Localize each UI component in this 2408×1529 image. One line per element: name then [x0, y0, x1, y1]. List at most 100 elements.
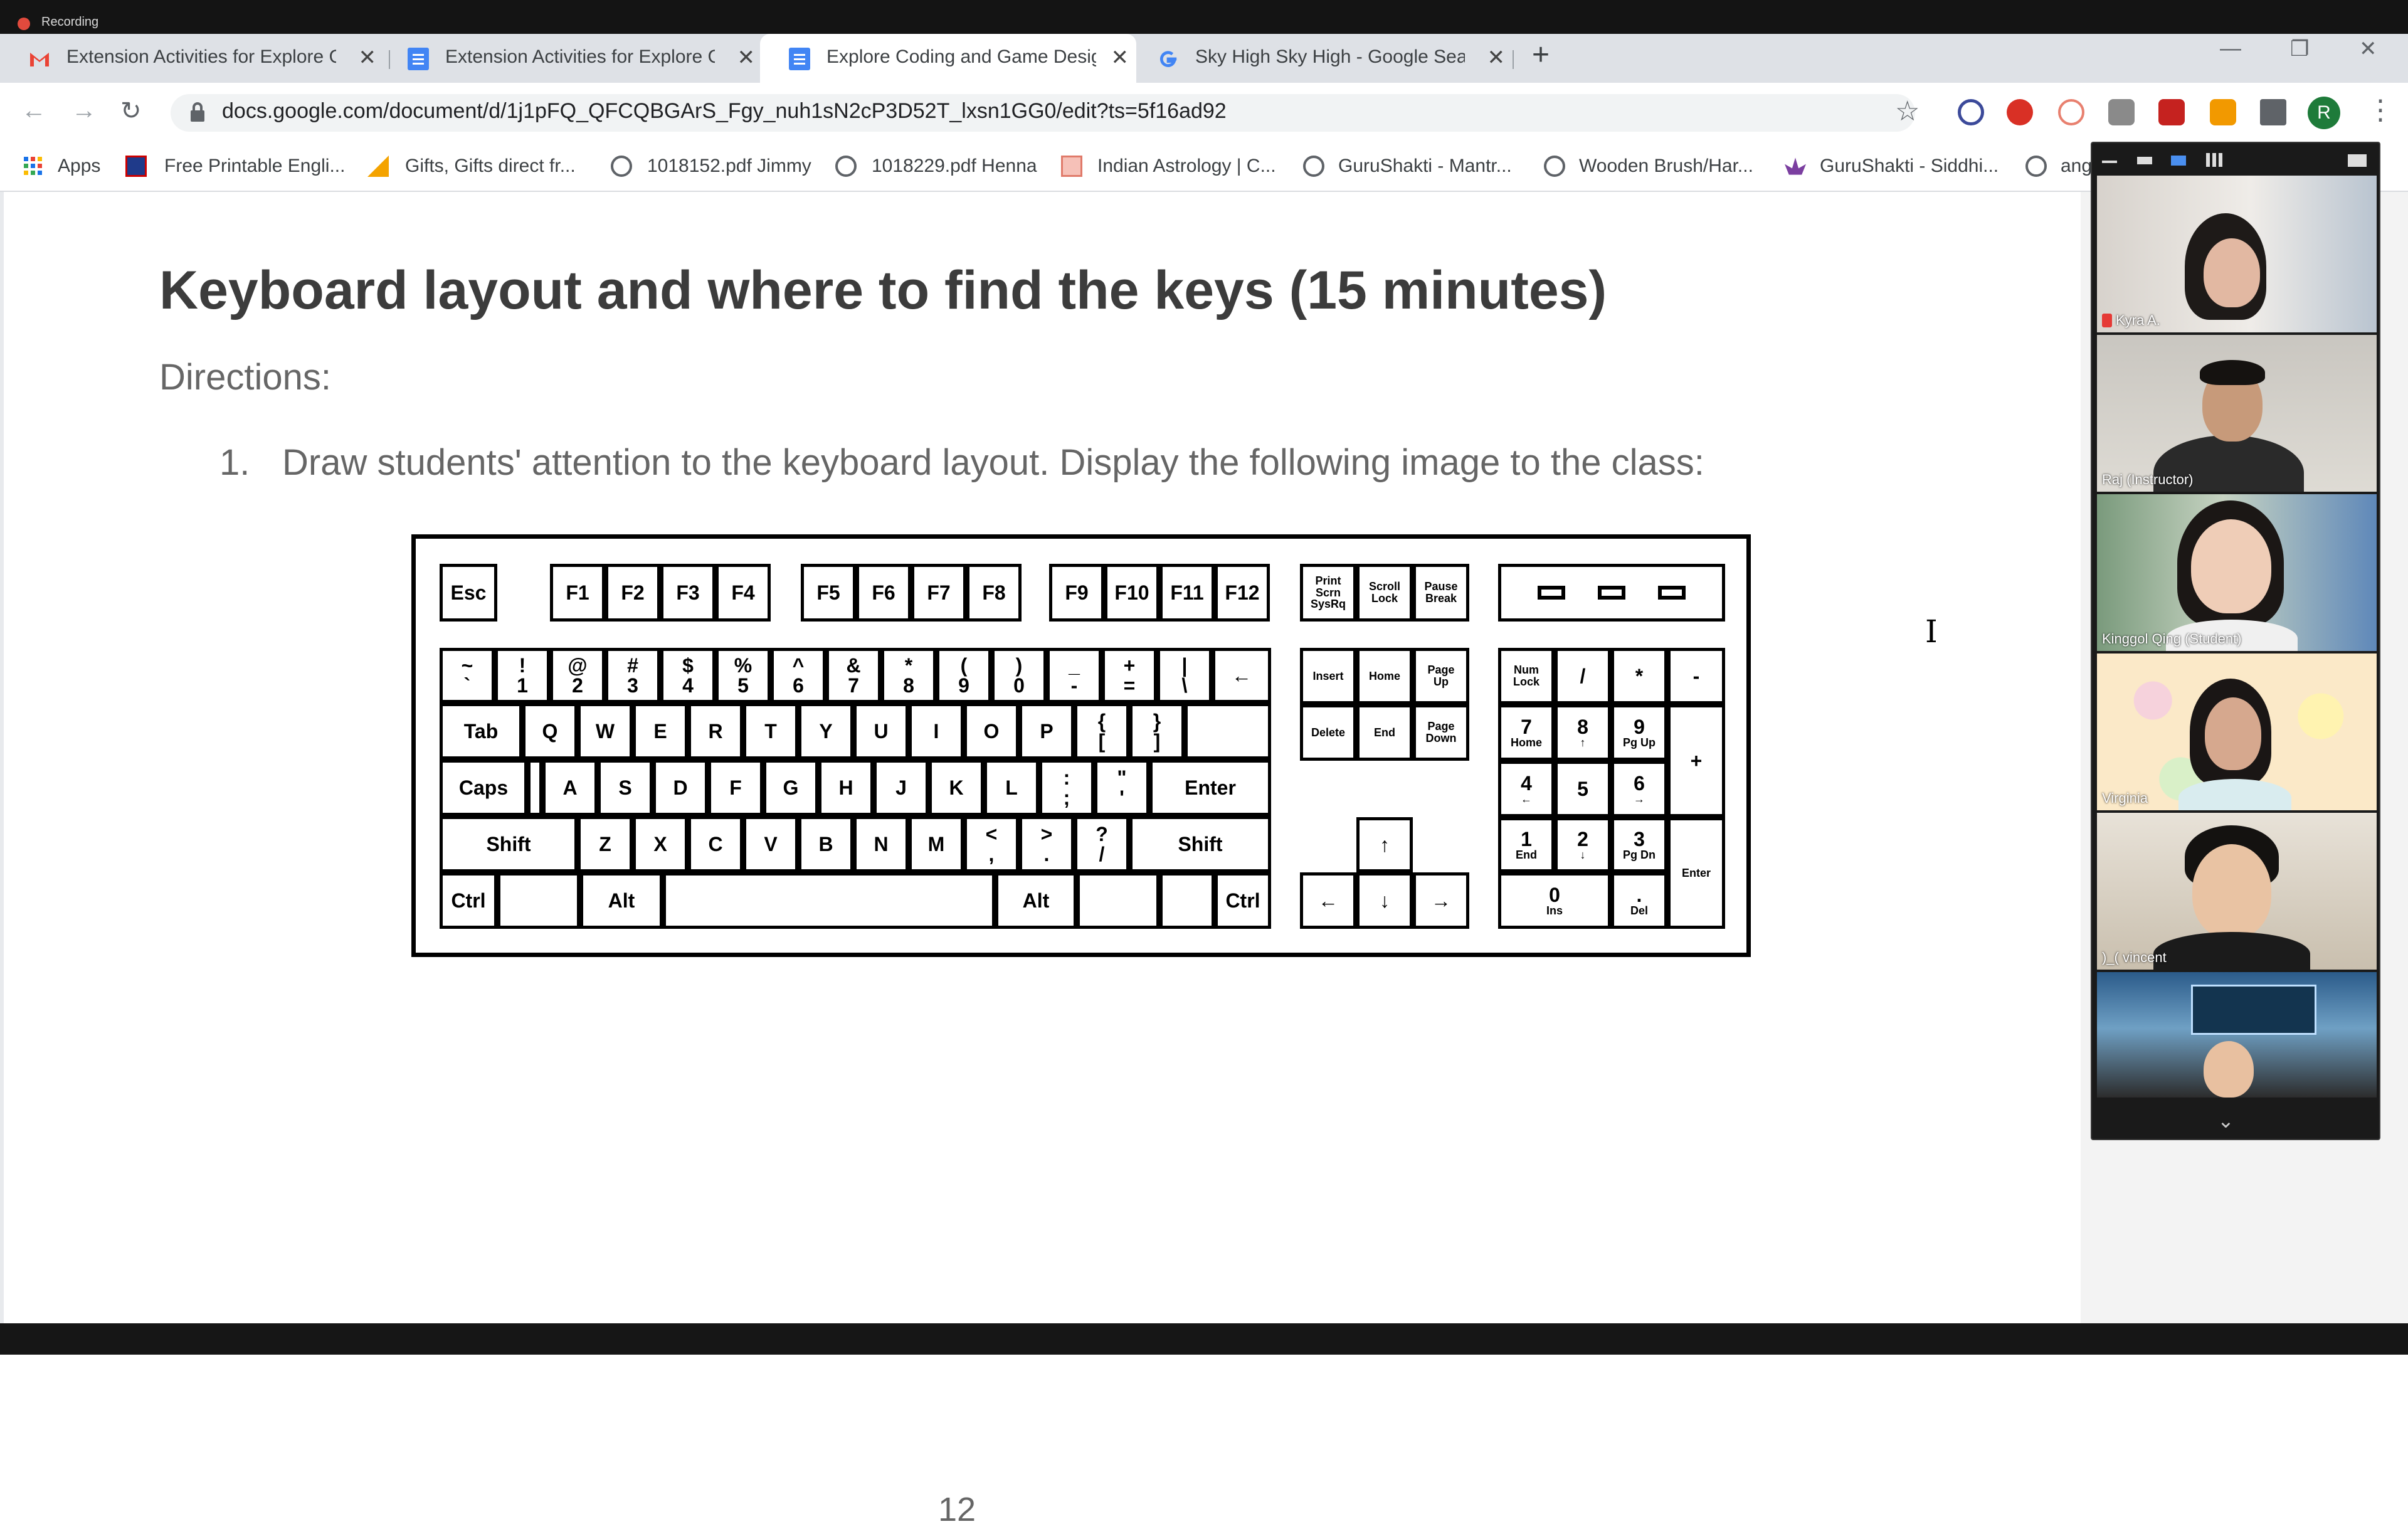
close-icon[interactable]: ✕	[1111, 45, 1129, 70]
bookmark-star-icon[interactable]: ☆	[1895, 95, 1920, 127]
video-participants-panel[interactable]: Kyra A. Raj (Instructor) Kinggol Qing (S…	[2091, 142, 2380, 1140]
profile-avatar[interactable]: R	[2308, 97, 2340, 129]
key-print-screen: Print Scrn SysRq	[1300, 564, 1356, 622]
tab-1[interactable]: Extension Activities for Explore C ✕	[0, 34, 384, 83]
key-esc: Esc	[440, 564, 497, 622]
key-home: Home	[1356, 648, 1413, 704]
close-icon[interactable]: ✕	[359, 45, 377, 70]
bookmarks-bar: Apps Free Printable Engli... Gifts, Gift…	[0, 143, 2408, 192]
key-tilde: ~ `	[440, 648, 495, 703]
key-x: X	[633, 816, 688, 872]
key-right-ctrl: Ctrl	[1215, 872, 1271, 929]
tab-3-active[interactable]: Explore Coding and Game Desig ✕	[760, 34, 1136, 83]
key-num-minus: -	[1667, 648, 1725, 704]
close-icon[interactable]: ✕	[1487, 45, 1506, 70]
apps-grid-icon	[24, 157, 42, 175]
document-canvas[interactable]: Keyboard layout and where to find the ke…	[0, 192, 2081, 1528]
indicator-lights	[1498, 564, 1725, 622]
kebab-menu-icon[interactable]: ⋮	[2367, 94, 2394, 126]
page-number: 12	[938, 1491, 976, 1528]
key-4: $4	[660, 648, 716, 703]
participant-face	[2191, 519, 2271, 613]
participant-tile-vincent[interactable]: )_( vincent	[2097, 813, 2377, 970]
participant-body	[2178, 779, 2291, 810]
key-num-divide: /	[1555, 648, 1611, 704]
grid-view-icon[interactable]	[2206, 153, 2222, 167]
key-spacer	[527, 759, 542, 816]
participant-tile-virginia[interactable]: Virginia	[2097, 653, 2377, 810]
window-close-icon[interactable]: ✕	[2359, 36, 2377, 61]
url-text[interactable]: docs.google.com/document/d/1j1pFQ_QFCQBG…	[222, 99, 1227, 124]
tab-2[interactable]: Extension Activities for Explore C ✕	[379, 34, 763, 83]
restore-icon[interactable]: ❐	[2290, 36, 2309, 61]
tab-3-title: Explore Coding and Game Desig	[826, 46, 1096, 67]
cancel-extension-icon[interactable]	[2058, 99, 2084, 125]
key-f8: F8	[966, 564, 1022, 622]
feather-extension-icon[interactable]	[2108, 99, 2135, 125]
tab-4[interactable]: Sky High Sky High - Google Sear ✕	[1129, 34, 1513, 83]
close-icon[interactable]: ✕	[737, 45, 756, 70]
pdf-extension-icon[interactable]	[2158, 99, 2185, 125]
key-e: E	[633, 703, 688, 759]
key-f3: F3	[660, 564, 716, 622]
google-icon	[1159, 51, 1177, 67]
participant-face	[2192, 844, 2271, 938]
forward-arrow-icon[interactable]: →	[71, 97, 97, 125]
key-num-7: 7 Home	[1498, 704, 1555, 761]
key-num-9: 9 Pg Up	[1611, 704, 1667, 761]
bookmark-label: Indian Astrology | C...	[1097, 156, 1276, 176]
key-y: Y	[798, 703, 853, 759]
bookmark-label: GuruShakti - Siddhi...	[1820, 156, 1999, 176]
tab-strip: Extension Activities for Explore C ✕ Ext…	[0, 34, 2408, 83]
minimize-panel-icon[interactable]	[2102, 161, 2117, 163]
single-view-icon[interactable]	[2137, 157, 2152, 164]
adblock-extension-icon[interactable]	[2007, 99, 2033, 125]
key-equals: + =	[1102, 648, 1157, 703]
participant-tile-screen[interactable]	[2097, 972, 2377, 1098]
new-tab-plus-icon[interactable]: +	[1532, 38, 1550, 72]
participant-name: Virginia	[2102, 790, 2148, 806]
key-comma: <,	[964, 816, 1019, 872]
key-num-multiply: *	[1611, 648, 1667, 704]
participant-tile-kinggol[interactable]: Kinggol Qing (Student)	[2097, 494, 2377, 651]
pop-out-icon[interactable]	[2348, 154, 2367, 167]
key-left-shift: Shift	[440, 816, 578, 872]
participant-tile-kyra[interactable]: Kyra A.	[2097, 176, 2377, 332]
key-space	[663, 872, 995, 929]
bookmark-label: ang	[2061, 156, 2093, 176]
key-num-lock: Num Lock	[1498, 648, 1555, 704]
reload-icon[interactable]: ↻	[120, 97, 142, 125]
key-semicolon: :;	[1039, 759, 1094, 816]
key-right-alt: Alt	[995, 872, 1077, 929]
key-0: ) 0	[991, 648, 1047, 703]
key-t: T	[743, 703, 798, 759]
list-item-number: 1.	[219, 442, 250, 483]
strip-view-icon[interactable]	[2171, 156, 2186, 166]
docs-icon	[408, 48, 429, 70]
key-arrow-up: ↑	[1356, 817, 1413, 872]
key-p: P	[1019, 703, 1074, 759]
key-f: F	[708, 759, 763, 816]
key-num-1: 1 End	[1498, 817, 1555, 872]
bookmark-label: GuruShakti - Mantr...	[1338, 156, 1512, 176]
key-left-alt: Alt	[580, 872, 663, 929]
key-b: B	[798, 816, 853, 872]
participant-name: Kinggol Qing (Student)	[2102, 631, 2242, 647]
minimize-icon[interactable]: —	[2220, 36, 2241, 61]
block-extension-icon[interactable]	[1958, 99, 1984, 125]
num-lock-light	[1538, 586, 1565, 600]
globe-icon	[611, 156, 632, 177]
astrology-icon	[1061, 156, 1082, 177]
key-delete: Delete	[1300, 704, 1356, 761]
off-extension-icon[interactable]	[2210, 99, 2236, 125]
globe-icon	[1303, 156, 1324, 177]
chevron-down-icon[interactable]: ⌄	[2217, 1109, 2234, 1133]
back-arrow-icon[interactable]: ←	[21, 97, 46, 125]
puzzle-extensions-icon[interactable]	[2260, 99, 2286, 125]
flag-icon	[125, 156, 147, 177]
key-v: V	[743, 816, 798, 872]
key-f6: F6	[856, 564, 911, 622]
participant-tile-raj[interactable]: Raj (Instructor)	[2097, 335, 2377, 492]
participant-face	[2205, 697, 2261, 770]
key-6: ^ 6	[771, 648, 826, 703]
